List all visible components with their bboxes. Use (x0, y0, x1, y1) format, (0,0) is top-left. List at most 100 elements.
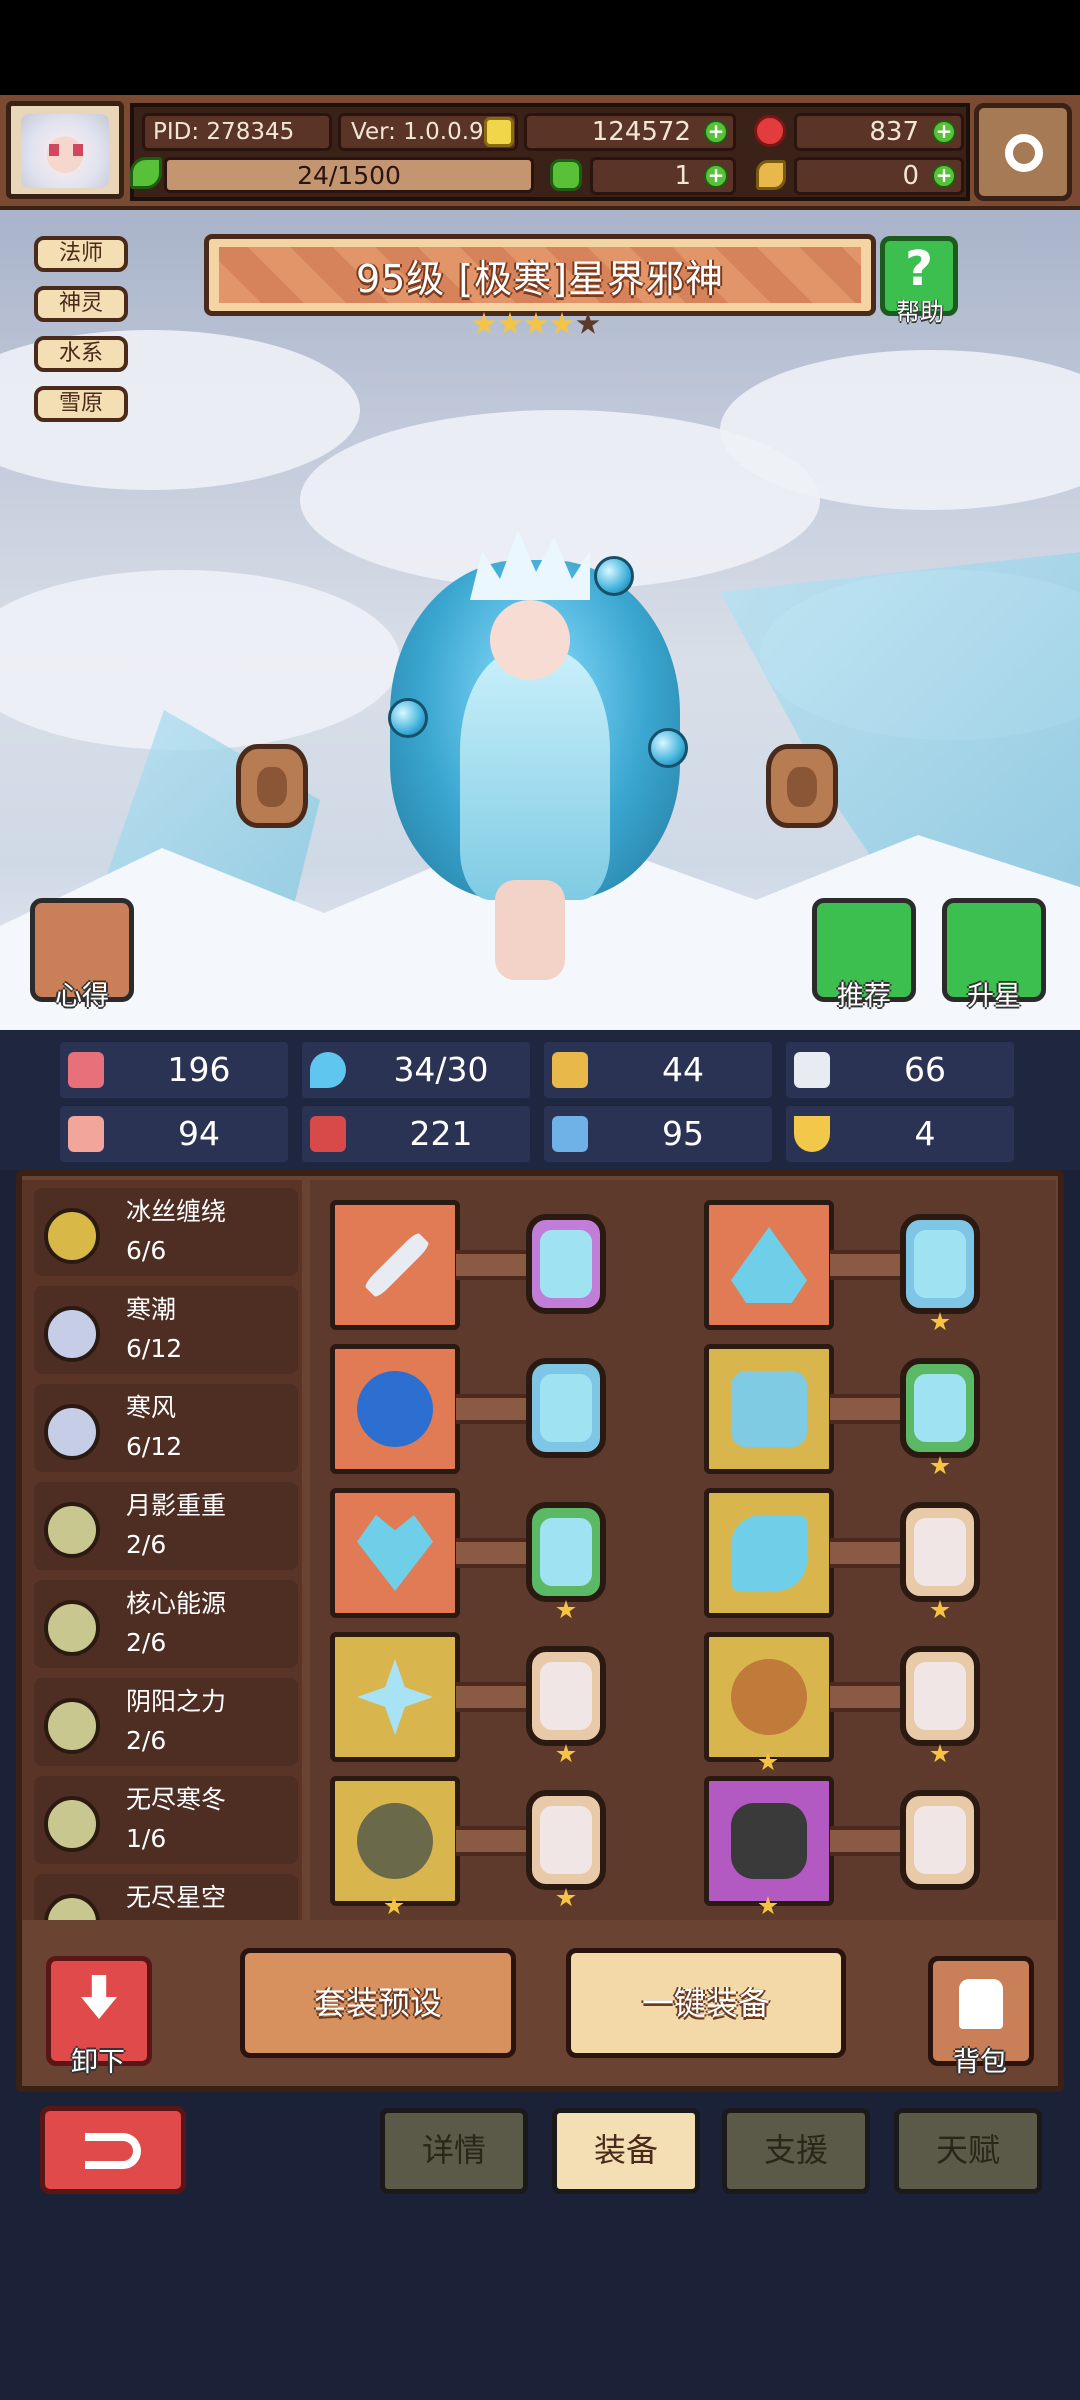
equip-slot-amulet[interactable] (330, 1344, 460, 1474)
add-clover-icon[interactable]: + (704, 164, 728, 188)
insight-label: 心得 (55, 981, 109, 1012)
slot-connector (830, 1394, 900, 1424)
tab-details[interactable]: 详情 (380, 2108, 528, 2194)
equip-slot-weapon[interactable] (330, 1200, 460, 1330)
settings-button[interactable] (974, 103, 1072, 201)
ice-rune-icon (540, 1518, 592, 1586)
stat-hp: 196 (60, 1042, 288, 1098)
backpack-icon (959, 1979, 1003, 2029)
star-icon (930, 1600, 950, 1619)
set-item[interactable]: 无尽寒冬 1/6 (34, 1776, 298, 1864)
rune-slot[interactable] (900, 1214, 980, 1314)
slot-connector (830, 1538, 900, 1568)
moon-medallion-icon (357, 1803, 433, 1879)
tab-support[interactable]: 支援 (722, 2108, 870, 2194)
star-icon (930, 1312, 950, 1331)
set-item[interactable]: 冰丝缠绕 6/6 (34, 1188, 298, 1276)
pid-label: PID: 278345 (142, 113, 332, 151)
avatar-eye-right (73, 144, 83, 156)
hero-star-rating (470, 310, 610, 342)
boot-icon (552, 1116, 588, 1152)
hero-legs (495, 880, 565, 980)
ice-rune-icon (914, 1230, 966, 1298)
tag-element: 水系 (34, 336, 128, 372)
wand-icon (363, 1231, 431, 1299)
ice-rune-icon (540, 1374, 592, 1442)
set-star-icon (44, 1894, 100, 1920)
gear-icon (1005, 134, 1043, 172)
star-icon (556, 1744, 576, 1763)
help-label: 帮助 (896, 298, 944, 326)
tag-class: 法师 (34, 236, 128, 272)
rune-slot[interactable] (526, 1358, 606, 1458)
equip-slot-ring[interactable] (330, 1632, 460, 1762)
recommend-label: 推荐 (837, 981, 891, 1012)
ice-robe-icon (731, 1371, 807, 1447)
set-bonus-list[interactable]: 冰丝缠绕 6/6 寒潮 6/12 寒风 6/12 月影重重 2/6 核心能源 2… (22, 1180, 302, 1920)
rune-slot[interactable] (900, 1790, 980, 1890)
arrow-down-icon (81, 1975, 117, 2019)
rune-slot[interactable] (526, 1790, 606, 1890)
set-item[interactable]: 寒风 6/12 (34, 1384, 298, 1472)
add-gems-icon[interactable]: + (932, 120, 956, 144)
spellbook-icon (310, 1116, 346, 1152)
equip-slot-necklace[interactable] (330, 1488, 460, 1618)
rune-slot[interactable] (526, 1646, 606, 1746)
star-icon (930, 1456, 950, 1475)
equip-slot-gloves[interactable] (704, 1488, 834, 1618)
skin-prev-button[interactable] (236, 744, 308, 828)
equip-slot-ring2[interactable] (704, 1632, 834, 1762)
equipment-actions: 卸下 套装预设 一键装备 背包 (22, 1930, 1058, 2082)
rune-slot[interactable] (900, 1358, 980, 1458)
tab-equipment[interactable]: 装备 (552, 2108, 700, 2194)
snowflake-icon (357, 1659, 433, 1735)
dark-boots-icon (731, 1803, 807, 1879)
star-icon (524, 312, 548, 334)
star-icon (556, 1888, 576, 1907)
skin-next-button[interactable] (766, 744, 838, 828)
set-preset-button[interactable]: 套装预设 (240, 1948, 516, 2058)
hero-title-banner: 95级 [极寒]星界邪神 (204, 234, 876, 316)
set-star-icon (44, 1796, 100, 1852)
set-item[interactable]: 寒潮 6/12 (34, 1286, 298, 1374)
equip-slot-helmet[interactable] (704, 1200, 834, 1330)
stamina-bar: 24/1500 (164, 157, 534, 193)
set-item[interactable]: 无尽星空 (34, 1874, 298, 1920)
avatar-eye-left (49, 144, 59, 156)
star-icon (930, 1744, 950, 1763)
ice-orb-icon (388, 698, 428, 738)
rune-slot[interactable] (526, 1502, 606, 1602)
stat-speed: 66 (786, 1042, 1014, 1098)
set-moon-icon (44, 1502, 100, 1558)
ice-rune-icon (540, 1230, 592, 1298)
add-keys-icon[interactable]: + (932, 164, 956, 188)
hero-dress (460, 650, 610, 900)
equip-slot-armor[interactable] (704, 1344, 834, 1474)
add-gold-icon[interactable]: + (704, 120, 728, 144)
equip-slot-accessory[interactable] (330, 1776, 460, 1906)
cloud (0, 570, 400, 750)
rune-slot[interactable] (900, 1646, 980, 1746)
set-item[interactable]: 阴阳之力 2/6 (34, 1678, 298, 1766)
set-item[interactable]: 核心能源 2/6 (34, 1580, 298, 1668)
ring-icon (731, 1659, 807, 1735)
set-silver-icon (44, 1404, 100, 1460)
set-item[interactable]: 月影重重 2/6 (34, 1482, 298, 1570)
star-icon (556, 1600, 576, 1619)
rune-slot[interactable] (526, 1214, 606, 1314)
set-moon-icon (44, 1698, 100, 1754)
tab-talent[interactable]: 天赋 (894, 2108, 1042, 2194)
set-core-icon (44, 1600, 100, 1656)
heart-icon (68, 1052, 104, 1088)
star-icon (472, 312, 496, 334)
slot-connector (830, 1250, 900, 1280)
equip-slot-boots[interactable] (704, 1776, 834, 1906)
stat-mana: 34/30 (302, 1042, 530, 1098)
slot-connector (830, 1682, 900, 1712)
shield-icon (552, 1052, 588, 1088)
upgrade-star-label: 升星 (967, 981, 1021, 1012)
one-click-equip-button[interactable]: 一键装备 (566, 1948, 846, 2058)
rune-slot[interactable] (900, 1502, 980, 1602)
player-avatar[interactable] (6, 101, 124, 199)
back-button[interactable] (40, 2106, 186, 2194)
